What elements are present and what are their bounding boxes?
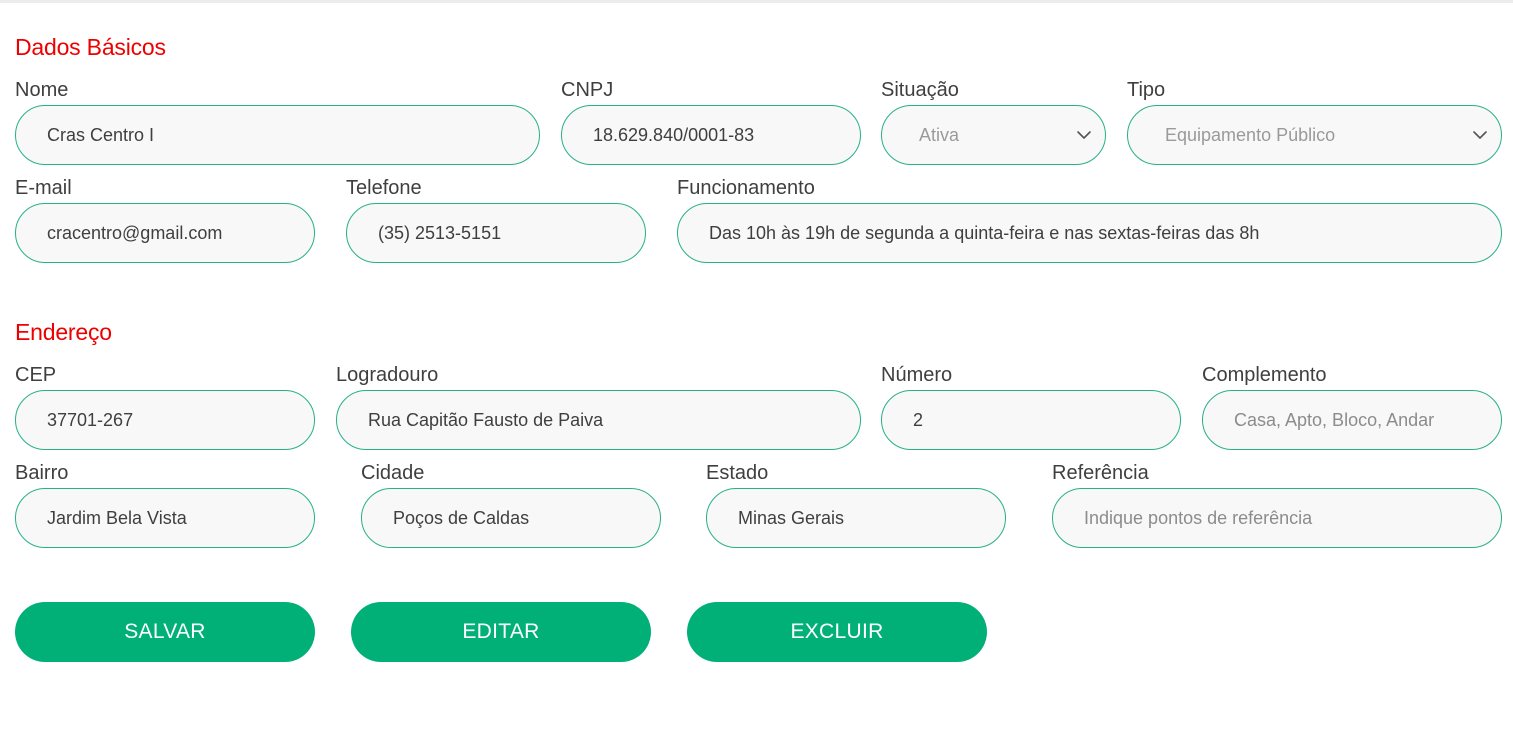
nome-input[interactable] bbox=[16, 106, 539, 164]
section-title-basic: Dados Básicos bbox=[15, 34, 166, 60]
cidade-input[interactable] bbox=[362, 489, 660, 547]
logradouro-input[interactable] bbox=[337, 391, 860, 449]
numero-label: Número bbox=[881, 364, 953, 386]
delete-button[interactable]: EXCLUIR bbox=[687, 602, 987, 662]
estado-input-box bbox=[706, 488, 1006, 548]
logradouro-input-box bbox=[336, 390, 861, 450]
edit-button[interactable]: EDITAR bbox=[351, 602, 651, 662]
logradouro-label: Logradouro bbox=[336, 364, 439, 386]
bairro-input-box bbox=[15, 488, 315, 548]
complemento-field: Complemento bbox=[1202, 362, 1502, 450]
referencia-input-box bbox=[1052, 488, 1502, 548]
funcionamento-label: Funcionamento bbox=[677, 177, 815, 199]
numero-field: Número bbox=[881, 362, 1181, 450]
situacao-select[interactable]: Ativa bbox=[881, 105, 1106, 165]
complemento-label: Complemento bbox=[1202, 364, 1327, 386]
top-divider bbox=[0, 0, 1513, 3]
email-field: E-mail bbox=[15, 175, 315, 263]
referencia-label: Referência bbox=[1052, 462, 1149, 484]
estado-input[interactable] bbox=[707, 489, 1005, 547]
cidade-input-box bbox=[361, 488, 661, 548]
section-title-address: Endereço bbox=[15, 319, 112, 345]
email-input[interactable] bbox=[16, 204, 314, 262]
funcionamento-input-box bbox=[677, 203, 1502, 263]
cidade-label: Cidade bbox=[361, 462, 425, 484]
cnpj-label: CNPJ bbox=[561, 79, 614, 101]
cnpj-input-box bbox=[561, 105, 861, 165]
cep-field: CEP bbox=[15, 362, 315, 450]
tipo-field: Tipo Equipamento Público bbox=[1127, 77, 1502, 165]
estado-field: Estado bbox=[706, 460, 1006, 548]
telefone-field: Telefone bbox=[346, 175, 646, 263]
nome-field: Nome bbox=[15, 77, 540, 165]
save-button[interactable]: SALVAR bbox=[15, 602, 315, 662]
situacao-label: Situação bbox=[881, 79, 959, 101]
complemento-input[interactable] bbox=[1203, 391, 1501, 449]
chevron-down-icon bbox=[1473, 131, 1487, 139]
telefone-label: Telefone bbox=[346, 177, 422, 199]
cep-input-box bbox=[15, 390, 315, 450]
bairro-field: Bairro bbox=[15, 460, 315, 548]
nome-label: Nome bbox=[15, 79, 69, 101]
complemento-input-box bbox=[1202, 390, 1502, 450]
referencia-field: Referência bbox=[1052, 460, 1502, 548]
numero-input[interactable] bbox=[882, 391, 1180, 449]
tipo-select[interactable]: Equipamento Público bbox=[1127, 105, 1502, 165]
numero-input-box bbox=[881, 390, 1181, 450]
funcionamento-input[interactable] bbox=[678, 204, 1501, 262]
bairro-input[interactable] bbox=[16, 489, 314, 547]
cidade-field: Cidade bbox=[361, 460, 661, 548]
situacao-selected-value: Ativa bbox=[919, 125, 960, 145]
cnpj-input[interactable] bbox=[562, 106, 860, 164]
referencia-input[interactable] bbox=[1053, 489, 1501, 547]
telefone-input[interactable] bbox=[347, 204, 645, 262]
cnpj-field: CNPJ bbox=[561, 77, 861, 165]
funcionamento-field: Funcionamento bbox=[677, 175, 1502, 263]
telefone-input-box bbox=[346, 203, 646, 263]
bairro-label: Bairro bbox=[15, 462, 69, 484]
cep-label: CEP bbox=[15, 364, 57, 386]
tipo-selected-value: Equipamento Público bbox=[1165, 125, 1336, 145]
email-label: E-mail bbox=[15, 177, 72, 199]
email-input-box bbox=[15, 203, 315, 263]
cep-input[interactable] bbox=[16, 391, 314, 449]
logradouro-field: Logradouro bbox=[336, 362, 861, 450]
nome-input-box bbox=[15, 105, 540, 165]
chevron-down-icon bbox=[1077, 131, 1091, 139]
tipo-label: Tipo bbox=[1127, 79, 1166, 101]
estado-label: Estado bbox=[706, 462, 769, 484]
situacao-field: Situação Ativa bbox=[881, 77, 1106, 165]
